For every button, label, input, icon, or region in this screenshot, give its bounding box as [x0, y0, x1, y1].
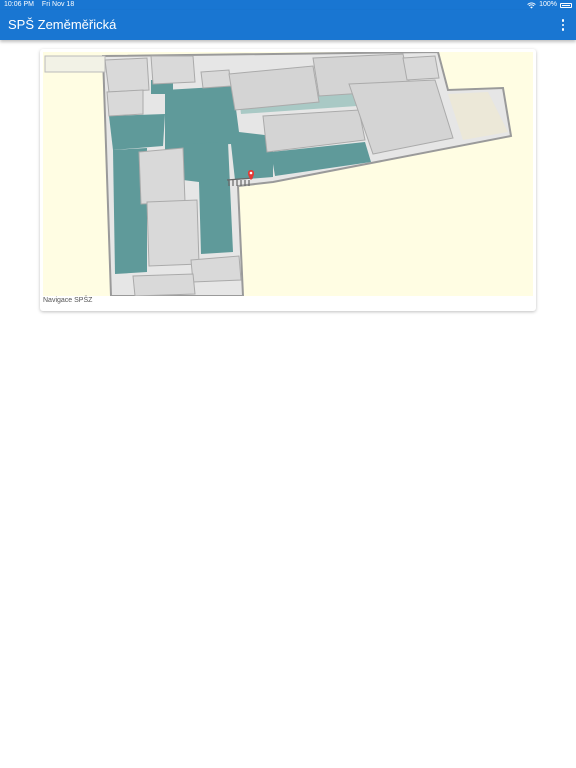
- status-bar: 10:06 PM Fri Nov 18 100%: [0, 0, 576, 10]
- battery-percent: 100%: [539, 1, 557, 8]
- floor-plan-map-image: [43, 52, 533, 296]
- card-caption: Navigace SPŠZ: [43, 297, 93, 304]
- more-vert-icon[interactable]: [558, 17, 568, 33]
- app-title: SPŠ Zeměměřická: [8, 17, 117, 32]
- status-time: 10:06 PM: [4, 1, 34, 8]
- battery-icon: [560, 2, 572, 8]
- status-date: Fri Nov 18: [41, 1, 75, 8]
- navigation-card[interactable]: Navigace SPŠZ: [40, 49, 536, 311]
- app-bar: SPŠ Zeměměřická: [0, 10, 576, 40]
- wifi-icon: [527, 2, 536, 8]
